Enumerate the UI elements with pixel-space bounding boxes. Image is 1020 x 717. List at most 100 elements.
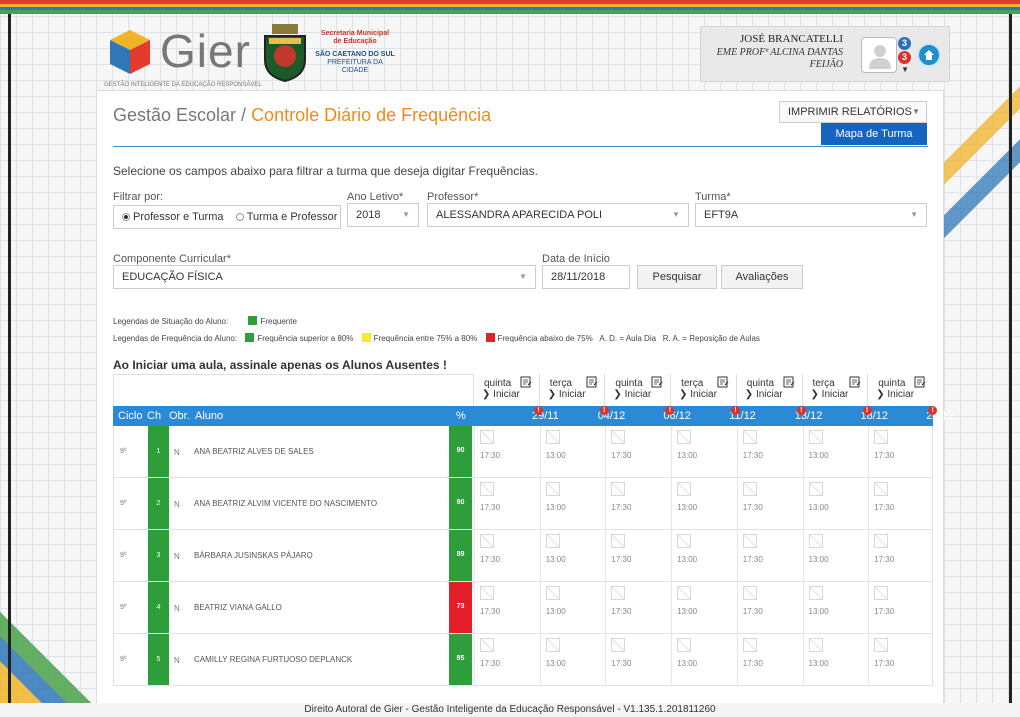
user-panel: JOSÉ BRANCATELLI EME PROFª ALCINA DANTAS… (700, 26, 950, 82)
avatar[interactable] (861, 37, 897, 73)
absence-checkbox[interactable] (480, 586, 494, 600)
absence-checkbox[interactable] (545, 482, 560, 496)
edit-note-icon[interactable] (914, 376, 926, 388)
chevron-down-icon: ▼ (519, 272, 527, 281)
row-obr: N (174, 448, 180, 457)
decoration-right (940, 14, 1020, 314)
turma-label: Turma* (695, 191, 731, 203)
edit-note-icon[interactable] (586, 376, 598, 388)
grid-header-bar: Ciclo Ch Obr. Aluno % 29/11! 04/12! 06/12!… (113, 406, 954, 426)
iniciar-link[interactable]: ❯ Iniciar (613, 389, 651, 400)
iniciar-link[interactable]: ❯ Iniciar (679, 389, 717, 400)
absence-checkbox[interactable] (480, 638, 494, 652)
notification-badge-red[interactable]: 3 (898, 51, 911, 64)
absence-checkbox[interactable] (677, 638, 692, 652)
attendance-cell: 17:30 (736, 634, 802, 685)
absence-checkbox[interactable] (545, 586, 560, 600)
pesquisar-button[interactable]: Pesquisar (637, 265, 717, 289)
absence-checkbox[interactable] (808, 638, 823, 652)
alert-icon[interactable]: ! (534, 406, 543, 415)
row-ciclo: 9º (120, 552, 127, 559)
absence-checkbox[interactable] (480, 430, 494, 444)
class-time: 13:00 (677, 659, 698, 668)
caret-down-icon[interactable]: ▼ (901, 65, 909, 74)
edit-note-icon[interactable] (717, 376, 729, 388)
class-time: 13:00 (677, 555, 698, 564)
attendance-cell: 17:30 (868, 530, 933, 581)
ano-letivo-select[interactable]: 2018 ▼ (347, 203, 419, 227)
absence-checkbox[interactable] (742, 430, 757, 444)
edit-note-icon[interactable] (783, 376, 795, 388)
absence-checkbox[interactable] (808, 586, 823, 600)
absence-checkbox[interactable] (808, 482, 823, 496)
attendance-cell: 17:30 (605, 478, 670, 529)
absence-checkbox[interactable] (742, 534, 757, 548)
city-line1: SÃO CAETANO DO SUL (315, 51, 395, 58)
print-reports-dropdown[interactable]: IMPRIMIR RELATÓRIOS ▼ (779, 101, 927, 123)
edit-note-icon[interactable] (520, 376, 532, 388)
attendance-cell: 17:30 (605, 426, 670, 477)
row-ciclo: 9º (120, 604, 127, 611)
row-percent: 85 (449, 634, 472, 685)
professor-label: Professor* (427, 191, 479, 203)
edit-note-icon[interactable] (849, 376, 861, 388)
alert-icon[interactable]: ! (599, 406, 609, 415)
class-time: 17:30 (611, 607, 632, 616)
absence-checkbox[interactable] (677, 482, 692, 496)
turma-select[interactable]: EFT9A ▼ (695, 203, 927, 227)
iniciar-link[interactable]: ❯ Iniciar (811, 389, 849, 400)
absence-checkbox[interactable] (742, 586, 757, 600)
absence-checkbox[interactable] (742, 638, 757, 652)
absence-checkbox[interactable] (611, 482, 626, 496)
absence-checkbox[interactable] (611, 586, 626, 600)
frame-left (8, 14, 11, 717)
row-student-name: BEATRIZ VIANA GALLO (194, 603, 282, 612)
iniciar-link[interactable]: ❯ Iniciar (482, 389, 520, 400)
absence-checkbox[interactable] (611, 430, 626, 444)
attendance-cell: 13:00 (802, 634, 868, 685)
avaliacoes-button[interactable]: Avaliações (721, 265, 803, 289)
iniciar-link[interactable]: ❯ Iniciar (876, 389, 914, 400)
absence-checkbox[interactable] (480, 534, 494, 548)
absence-checkbox[interactable] (545, 534, 560, 548)
notification-badge-blue[interactable]: 3 (898, 37, 911, 50)
professor-select[interactable]: ALESSANDRA APARECIDA POLI ▼ (427, 203, 689, 227)
absence-checkbox[interactable] (874, 638, 889, 652)
absence-checkbox[interactable] (874, 586, 889, 600)
absence-checkbox[interactable] (677, 586, 692, 600)
absence-checkbox[interactable] (874, 534, 889, 548)
absence-checkbox[interactable] (808, 430, 823, 444)
day-header: quinta ❯ Iniciar (867, 374, 932, 406)
absence-checkbox[interactable] (480, 482, 494, 496)
radio-turma-professor[interactable]: Turma e Professor (235, 211, 337, 223)
class-time: 17:30 (742, 659, 763, 668)
absence-checkbox[interactable] (874, 430, 889, 444)
radio-professor-turma[interactable]: Professor e Turma (122, 211, 223, 223)
gier-logo[interactable]: Gier GESTÃO INTELIGENTE DA EDUCAÇÃO RESP… (104, 25, 262, 88)
absence-checkbox[interactable] (611, 534, 626, 548)
attendance-cell: 13:00 (802, 530, 868, 581)
iniciar-link[interactable]: ❯ Iniciar (548, 389, 586, 400)
absence-checkbox[interactable] (677, 534, 692, 548)
absence-checkbox[interactable] (611, 638, 626, 652)
absence-checkbox[interactable] (874, 482, 889, 496)
absence-checkbox[interactable] (808, 534, 823, 548)
edit-note-icon[interactable] (651, 376, 663, 388)
absence-checkbox[interactable] (677, 430, 692, 444)
table-row: 9º 1 N ANA BEATRIZ ALVES DE SALES 90 17:30 13:… (113, 426, 933, 478)
iniciar-link[interactable]: ❯ Iniciar (745, 389, 783, 400)
day-weekday: quinta (615, 378, 643, 389)
class-time: 17:30 (874, 659, 895, 668)
alert-icon[interactable]: ! (796, 406, 806, 415)
data-inicio-input[interactable]: 28/11/2018 (542, 265, 630, 289)
home-button[interactable] (917, 43, 941, 67)
arrow-right-icon: ❯ (810, 389, 822, 400)
secretaria-line2: de Educação (333, 38, 377, 45)
mapa-turma-button[interactable]: Mapa de Turma (821, 123, 927, 145)
absence-checkbox[interactable] (545, 638, 560, 652)
city-seal-icon (264, 24, 306, 82)
absence-checkbox[interactable] (742, 482, 757, 496)
componente-select[interactable]: EDUCAÇÃO FÍSICA ▼ (113, 265, 536, 289)
alert-icon[interactable]: ! (862, 406, 872, 415)
absence-checkbox[interactable] (545, 430, 560, 444)
